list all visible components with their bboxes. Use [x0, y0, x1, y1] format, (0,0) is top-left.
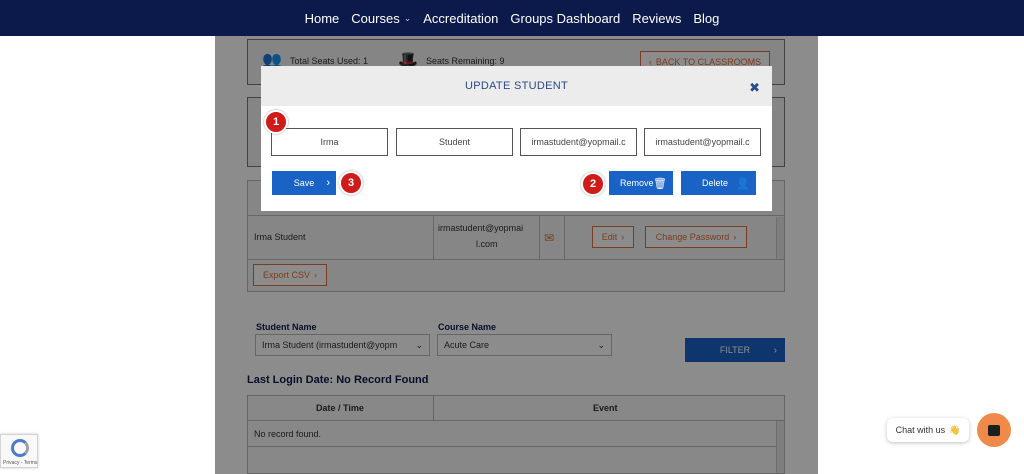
delete-button[interactable]: Delete 👤	[681, 171, 756, 195]
top-nav: Home Courses ⌄ Accreditation Groups Dashb…	[0, 0, 1024, 36]
chat-label: Chat with us	[895, 425, 946, 435]
nav-reviews-label: Reviews	[632, 10, 682, 26]
last-name-value: Student	[438, 137, 471, 147]
chevron-down-icon: ⌄	[403, 12, 412, 23]
nav-accreditation[interactable]: Accreditation	[423, 11, 498, 26]
recaptcha-icon	[11, 439, 29, 457]
update-student-modal: UPDATE STUDENT ✖ Irma Student irmastuden…	[261, 66, 772, 211]
trash-icon: 🗑	[653, 177, 667, 190]
close-icon[interactable]: ✖	[749, 80, 760, 96]
step-marker-3: 3	[339, 171, 363, 195]
nav-accreditation-label: Accreditation	[423, 10, 499, 26]
first-name-field[interactable]: Irma	[271, 128, 388, 156]
user-remove-icon: 👤	[736, 177, 750, 190]
first-name-value: Irma	[320, 137, 339, 147]
nav-courses-label: Courses	[351, 10, 400, 26]
modal-header: UPDATE STUDENT	[261, 66, 772, 106]
chat-pill[interactable]: Chat with us 👋	[887, 418, 969, 442]
step-marker-2: 2	[581, 172, 605, 196]
nav-groups-dashboard[interactable]: Groups Dashboard	[510, 11, 620, 26]
delete-label: Delete	[702, 178, 729, 188]
nav-home-label: Home	[304, 10, 340, 26]
nav-groups-dashboard-label: Groups Dashboard	[510, 10, 621, 26]
username-field[interactable]: irmastudent@yopmail.c	[644, 128, 761, 156]
recaptcha-text: Privacy - Terms	[3, 460, 38, 466]
nav-courses[interactable]: Courses ⌄	[351, 11, 411, 26]
nav-blog-label: Blog	[693, 10, 720, 26]
nav-reviews[interactable]: Reviews	[632, 11, 681, 26]
nav-home[interactable]: Home	[305, 11, 340, 26]
remove-label: Remove	[620, 178, 654, 188]
email-value: irmastudent@yopmail.c	[531, 137, 626, 147]
chat-bubble-icon	[988, 424, 1000, 436]
wave-icon: 👋	[949, 424, 961, 435]
chat-button[interactable]	[977, 413, 1011, 447]
chevron-right-icon: ›	[326, 177, 330, 189]
save-label: Save	[293, 178, 315, 188]
step-marker-1: 1	[264, 110, 288, 134]
nav-blog[interactable]: Blog	[693, 11, 719, 26]
remove-button[interactable]: Remove 🗑	[609, 171, 673, 195]
modal-title: UPDATE STUDENT	[464, 80, 568, 92]
username-value: irmastudent@yopmail.c	[655, 137, 750, 147]
save-button[interactable]: Save ›	[272, 171, 336, 195]
recaptcha-badge[interactable]: Privacy - Terms	[0, 434, 38, 468]
email-field[interactable]: irmastudent@yopmail.c	[520, 128, 637, 156]
last-name-field[interactable]: Student	[396, 128, 513, 156]
